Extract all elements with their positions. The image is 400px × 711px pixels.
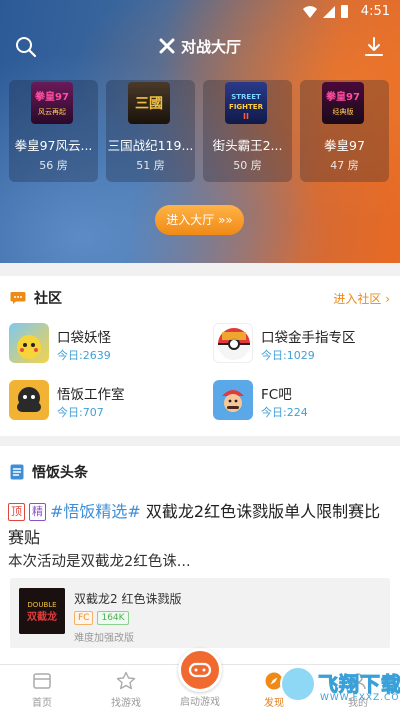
news-summary: 本次活动是双截龙2红色诛...	[8, 554, 191, 570]
svg-text:II: II	[243, 112, 249, 121]
pikachu-art	[17, 335, 41, 359]
home-icon	[33, 673, 51, 689]
game-thumbnail: 拳皇97 经典版	[322, 82, 364, 124]
download-icon[interactable]	[362, 35, 386, 59]
forum-name: 悟饭工作室	[57, 387, 125, 403]
mario-icon	[213, 380, 253, 420]
featured-tag: 精	[29, 503, 46, 521]
gamepad-icon	[188, 662, 212, 678]
watermark-logo	[280, 666, 316, 702]
news-hashtag[interactable]: #悟饭精选#	[50, 502, 141, 521]
svg-text:FIGHTER: FIGHTER	[229, 103, 264, 111]
game-title: 双截龙2 红色诛戮版	[74, 592, 182, 606]
forum-name: 口袋妖怪	[57, 330, 111, 346]
svg-text:三國: 三國	[135, 96, 163, 112]
status-icons	[303, 5, 348, 18]
game-card-street-fighter[interactable]: STREET FIGHTER II 街头霸王2... 50 房	[203, 80, 292, 182]
headlines-header: 悟饭头条	[10, 462, 88, 482]
room-count: 50 房	[233, 159, 262, 172]
headlines-title: 悟饭头条	[32, 465, 88, 481]
watermark-url: WWW.FXXZ.COM	[320, 693, 400, 703]
game-thumbnail: STREET FIGHTER II	[225, 82, 267, 124]
game-description: 难度加强改版	[74, 633, 134, 644]
street-fighter-logo: STREET FIGHTERII	[229, 93, 264, 121]
room-count: 47 房	[330, 159, 359, 172]
crossed-swords-icon	[159, 38, 175, 54]
platform-badge: FC	[74, 611, 94, 625]
forum-wufan-studio[interactable]: 悟饭工作室 今日:707	[9, 380, 199, 422]
nav-home[interactable]: 首页	[0, 665, 84, 711]
enter-community-link[interactable]: 进入社区 ›	[333, 290, 390, 307]
forum-today-count: 今日:2639	[57, 349, 111, 362]
game-name: 街头霸王2...	[212, 138, 283, 153]
chat-bubble-icon	[10, 292, 26, 304]
community-section: 社区 进入社区 › 口袋妖怪 今日:2639 口袋金手指专区 今日:1029 悟…	[0, 276, 400, 436]
pokeball-icon	[213, 323, 253, 363]
headlines-section: 悟饭头条 顶精 #悟饭精选# 双截龙2红色诛戮版单人限制赛比赛贴 本次活动是双截龙…	[0, 446, 400, 664]
forum-today-count: 今日:224	[261, 406, 308, 419]
forum-name: 口袋金手指专区	[261, 330, 356, 346]
forum-fc[interactable]: FC吧 今日:224	[213, 380, 400, 422]
svg-text:风云再起: 风云再起	[38, 108, 66, 116]
double-dragon-thumbnail: DOUBLE 双截龙	[19, 588, 65, 634]
game-card-sanguo[interactable]: 三國 三国战纪119... 51 房	[106, 80, 195, 182]
news-game-card[interactable]: DOUBLE 双截龙 双截龙2 红色诛戮版 FC 164K 难度加强改版	[10, 578, 390, 648]
game-badges: FC 164K	[74, 611, 129, 625]
nav-label: 找游戏	[111, 698, 141, 709]
game-thumbnail: 拳皇97 风云再起	[31, 82, 73, 124]
game-name: 拳皇97风云...	[14, 138, 93, 153]
sanguo-logo: 三國	[135, 96, 163, 112]
svg-text:双截龙: 双截龙	[27, 610, 57, 623]
battery-icon	[341, 5, 348, 18]
document-icon	[10, 464, 24, 480]
mascot-art	[17, 387, 41, 412]
game-name: 三国战纪119...	[107, 138, 194, 153]
svg-text:拳皇97: 拳皇97	[34, 90, 69, 103]
size-badge: 164K	[97, 611, 129, 625]
status-time: 4:51	[360, 4, 390, 19]
battle-hall-hero: 4:51 对战大厅 拳皇97 风云再起 拳皇97风云... 56 房 三國 三国…	[0, 0, 400, 263]
room-count: 56 房	[39, 159, 68, 172]
pokeball-art	[218, 328, 250, 360]
game-room-list: 拳皇97 风云再起 拳皇97风云... 56 房 三國 三国战纪119... 51…	[9, 80, 389, 182]
svg-text:拳皇97: 拳皇97	[325, 90, 360, 103]
kof97-classic-logo: 拳皇97 经典版	[325, 90, 360, 116]
top-bar: 对战大厅	[0, 32, 400, 62]
kof97-logo: 拳皇97 风云再起	[34, 90, 69, 116]
page-title-text: 对战大厅	[180, 38, 241, 56]
game-card-kof97-fengyun[interactable]: 拳皇97 风云再起 拳皇97风云... 56 房	[9, 80, 98, 182]
game-card-kof97[interactable]: 拳皇97 经典版 拳皇97 47 房	[300, 80, 389, 182]
forum-cheats[interactable]: 口袋金手指专区 今日:1029	[213, 323, 400, 365]
double-dragon-art: DOUBLE双截龙	[19, 588, 65, 634]
room-count: 51 房	[136, 159, 165, 172]
game-name: 拳皇97	[324, 138, 365, 153]
news-headline[interactable]: 顶精 #悟饭精选# 双截龙2红色诛戮版单人限制赛比赛贴	[8, 499, 390, 551]
community-header: 社区	[10, 288, 62, 308]
watermark: 飞翔下载 WWW.FXXZ.COM	[280, 664, 400, 708]
forum-today-count: 今日:1029	[261, 349, 315, 362]
start-game-label: 启动游戏	[180, 697, 220, 708]
start-game-button[interactable]	[178, 648, 222, 692]
wifi-icon	[303, 5, 317, 18]
page-title: 对战大厅	[0, 36, 400, 57]
pikachu-icon	[9, 323, 49, 363]
pinned-tag: 顶	[8, 503, 25, 521]
svg-text:STREET: STREET	[231, 93, 261, 101]
forum-today-count: 今日:707	[57, 406, 104, 419]
svg-text:经典版: 经典版	[333, 107, 354, 116]
mario-art	[222, 390, 244, 412]
enter-hall-button[interactable]: 进入大厅 »»	[155, 205, 244, 235]
forum-name: FC吧	[261, 387, 292, 403]
star-icon	[116, 671, 136, 690]
gamepad-mascot-icon	[9, 380, 49, 420]
status-bar: 4:51	[0, 0, 400, 24]
game-thumbnail: 三國	[128, 82, 170, 124]
forum-pokemon[interactable]: 口袋妖怪 今日:2639	[9, 323, 199, 365]
signal-icon	[323, 5, 335, 18]
nav-label: 首页	[32, 698, 52, 709]
community-title: 社区	[34, 291, 62, 307]
nav-find-games[interactable]: 找游戏	[84, 665, 168, 711]
svg-text:DOUBLE: DOUBLE	[27, 601, 56, 609]
